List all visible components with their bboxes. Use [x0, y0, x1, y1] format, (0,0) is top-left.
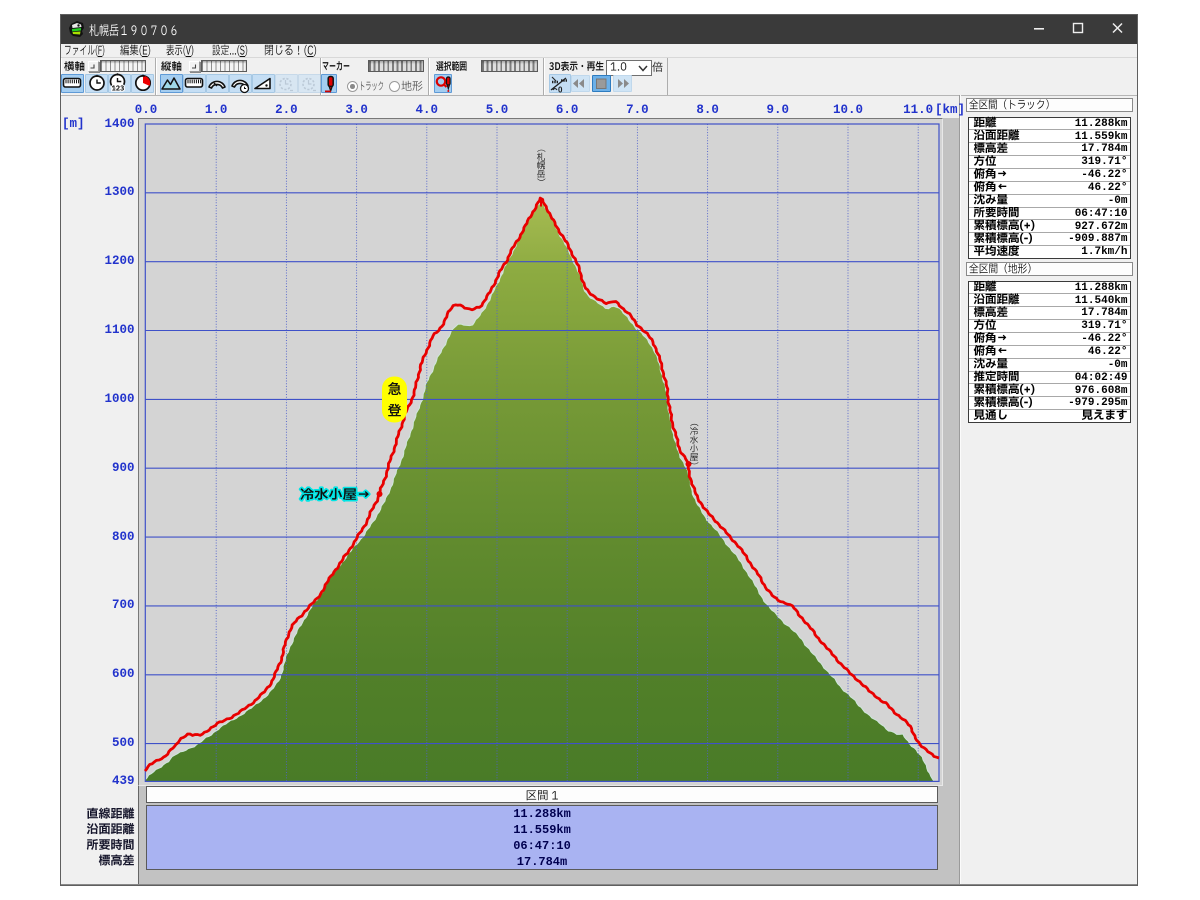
- svg-text:0: 0: [558, 86, 563, 95]
